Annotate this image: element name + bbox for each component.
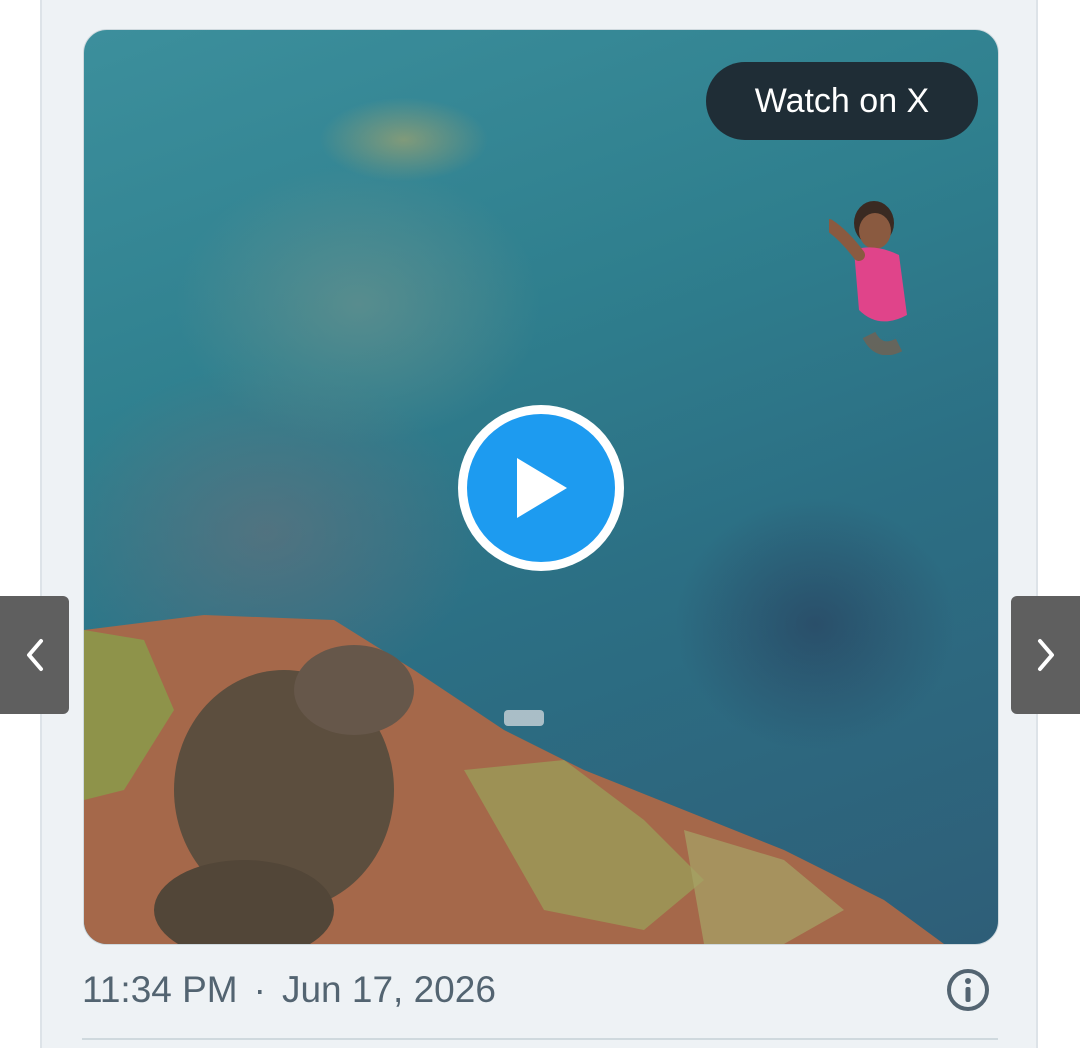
info-icon[interactable] — [945, 967, 991, 1013]
divider — [82, 1038, 998, 1040]
timestamp-separator: · — [253, 969, 266, 1010]
post-timestamp[interactable]: 11:34 PM · Jun 17, 2026 — [82, 965, 496, 1015]
post-time: 11:34 PM — [82, 969, 238, 1010]
next-button[interactable] — [1011, 596, 1080, 714]
chevron-left-icon — [26, 639, 43, 671]
previous-button[interactable] — [0, 596, 69, 714]
post-date: Jun 17, 2026 — [281, 969, 496, 1010]
play-button-circle — [467, 414, 615, 562]
play-icon — [517, 458, 567, 518]
watch-on-x-label: Watch on X — [754, 81, 930, 120]
chevron-right-icon — [1037, 639, 1054, 671]
video-thumbnail[interactable]: Watch on X — [83, 29, 999, 945]
watch-on-x-button[interactable]: Watch on X — [706, 62, 978, 140]
play-button[interactable] — [458, 405, 624, 571]
swimmer-figure — [829, 201, 907, 355]
